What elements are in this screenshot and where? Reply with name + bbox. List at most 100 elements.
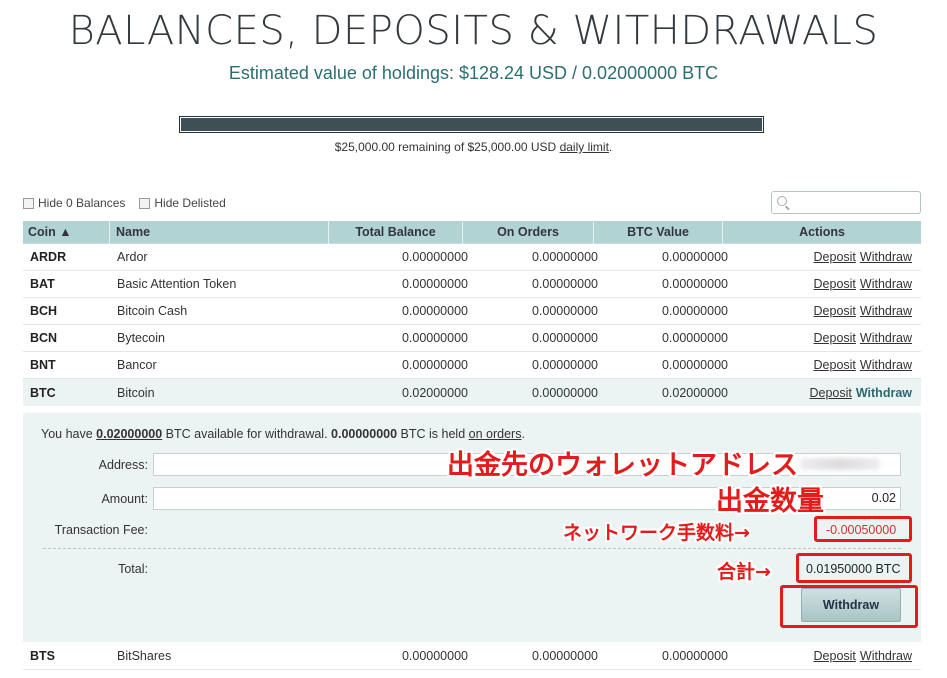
coin-name: Basic Attention Token — [117, 277, 237, 291]
on-orders: 0.00000000 — [531, 649, 598, 663]
total-balance: 0.00000000 — [401, 304, 468, 318]
daily-limit-progress-bar — [179, 116, 764, 133]
table-row: BAT Basic Attention Token 0.00000000 0.0… — [23, 271, 921, 298]
withdraw-button-highlight-box — [780, 585, 918, 628]
on-orders: 0.00000000 — [531, 331, 598, 345]
withdraw-link[interactable]: Withdraw — [860, 358, 912, 372]
on-orders: 0.00000000 — [531, 385, 598, 400]
table-row: BNT Bancor 0.00000000 0.00000000 0.00000… — [23, 352, 921, 379]
hide-delisted-toggle[interactable]: Hide Delisted — [139, 196, 226, 210]
balances-table-continued: BTS BitShares 0.00000000 0.00000000 0.00… — [23, 643, 921, 670]
total-balance: 0.00000000 — [401, 358, 468, 372]
column-header-btc-value[interactable]: BTC Value — [594, 221, 723, 244]
btc-value: 0.02000000 — [661, 385, 728, 400]
fee-highlight-box — [814, 516, 912, 542]
btc-value: 0.00000000 — [661, 649, 728, 663]
divider — [43, 548, 901, 549]
deposit-link[interactable]: Deposit — [814, 304, 856, 318]
deposit-link[interactable]: Deposit — [814, 331, 856, 345]
table-row-selected: BTC Bitcoin 0.02000000 0.00000000 0.0200… — [23, 379, 921, 406]
column-header-actions: Actions — [799, 225, 845, 239]
on-orders-link[interactable]: on orders — [469, 427, 522, 441]
withdraw-availability-info: You have 0.02000000 BTC available for wi… — [41, 427, 525, 441]
search-icon — [777, 196, 787, 206]
page-title: BALANCES, DEPOSITS & WITHDRAWALS — [68, 8, 879, 54]
checkbox-icon[interactable] — [139, 197, 151, 209]
search-input[interactable] — [771, 191, 921, 214]
redacted-address — [800, 458, 880, 470]
row-actions: Deposit Withdraw — [728, 331, 921, 345]
checkbox-icon[interactable] — [23, 197, 34, 209]
coin-symbol: BTS — [30, 649, 55, 663]
coin-symbol: BTC — [30, 385, 56, 400]
coin-name: Bancor — [117, 358, 157, 372]
daily-limit-text: $25,000.00 remaining of $25,000.00 USD d… — [334, 140, 613, 154]
annotation-fee: ネットワーク手数料→ — [563, 522, 750, 544]
on-orders: 0.00000000 — [531, 277, 598, 291]
transaction-fee-label: Transaction Fee: — [54, 523, 148, 537]
btc-value: 0.00000000 — [661, 358, 728, 372]
row-actions: Deposit Withdraw — [728, 649, 921, 663]
on-orders: 0.00000000 — [531, 358, 598, 372]
available-amount-link[interactable]: 0.02000000 — [96, 427, 162, 441]
btc-value: 0.00000000 — [661, 304, 728, 318]
withdraw-link[interactable]: Withdraw — [860, 304, 912, 318]
coin-symbol: BAT — [30, 277, 55, 291]
btc-value: 0.00000000 — [661, 331, 728, 345]
coin-symbol: BCH — [30, 304, 58, 318]
table-row: BTS BitShares 0.00000000 0.00000000 0.00… — [23, 643, 921, 670]
filter-bar: Hide 0 Balances Hide Delisted — [23, 196, 226, 210]
withdraw-link[interactable]: Withdraw — [856, 386, 912, 400]
deposit-link[interactable]: Deposit — [814, 358, 856, 372]
total-balance: 0.00000000 — [401, 277, 468, 291]
row-actions: Deposit Withdraw — [728, 358, 921, 372]
total-balance: 0.00000000 — [401, 331, 468, 345]
on-orders: 0.00000000 — [531, 304, 598, 318]
row-actions: Deposit Withdraw — [728, 386, 921, 400]
row-actions: Deposit Withdraw — [728, 304, 921, 318]
coin-symbol: ARDR — [30, 250, 67, 264]
daily-limit-progress-fill — [181, 118, 762, 131]
total-balance: 0.00000000 — [401, 649, 468, 663]
annotation-address: 出金先のウォレットアドレス — [447, 450, 798, 481]
table-header: Coin ▲ Name Total Balance On Orders BTC … — [23, 221, 921, 244]
column-header-on-orders[interactable]: On Orders — [463, 221, 594, 244]
annotation-amount: 出金数量 — [716, 486, 824, 517]
btc-value: 0.00000000 — [661, 250, 728, 264]
daily-limit-link[interactable]: daily limit — [560, 140, 609, 154]
deposit-link[interactable]: Deposit — [809, 386, 851, 400]
coin-symbol: BNT — [30, 358, 56, 372]
total-label: Total: — [118, 562, 148, 576]
total-balance: 0.02000000 — [401, 385, 468, 400]
balances-table: Coin ▲ Name Total Balance On Orders BTC … — [23, 221, 921, 406]
column-header-coin[interactable]: Coin ▲ — [23, 221, 110, 244]
column-header-total-balance[interactable]: Total Balance — [329, 221, 463, 244]
coin-name: Bytecoin — [117, 331, 165, 345]
column-header-name[interactable]: Name — [110, 221, 329, 244]
deposit-link[interactable]: Deposit — [814, 250, 856, 264]
hide-zero-balances-toggle[interactable]: Hide 0 Balances — [23, 196, 125, 210]
coin-name: Ardor — [117, 250, 148, 264]
table-row: BCH Bitcoin Cash 0.00000000 0.00000000 0… — [23, 298, 921, 325]
deposit-link[interactable]: Deposit — [814, 277, 856, 291]
coin-name: Bitcoin Cash — [117, 304, 188, 318]
coin-name: Bitcoin — [117, 385, 155, 400]
annotation-total: 合計→ — [717, 561, 771, 583]
table-row: BCN Bytecoin 0.00000000 0.00000000 0.000… — [23, 325, 921, 352]
withdraw-link[interactable]: Withdraw — [860, 277, 912, 291]
withdraw-link[interactable]: Withdraw — [860, 331, 912, 345]
address-label: Address: — [98, 458, 148, 472]
row-actions: Deposit Withdraw — [728, 250, 921, 264]
deposit-link[interactable]: Deposit — [814, 649, 856, 663]
btc-value: 0.00000000 — [661, 277, 728, 291]
coin-symbol: BCN — [30, 331, 58, 345]
on-orders: 0.00000000 — [531, 250, 598, 264]
table-row: ARDR Ardor 0.00000000 0.00000000 0.00000… — [23, 244, 921, 271]
row-actions: Deposit Withdraw — [728, 277, 921, 291]
withdraw-link[interactable]: Withdraw — [860, 250, 912, 264]
total-balance: 0.00000000 — [401, 250, 468, 264]
withdraw-link[interactable]: Withdraw — [860, 649, 912, 663]
estimated-holdings: Estimated value of holdings: $128.24 USD… — [228, 63, 719, 83]
amount-label: Amount: — [101, 492, 148, 506]
coin-name: BitShares — [117, 649, 172, 663]
